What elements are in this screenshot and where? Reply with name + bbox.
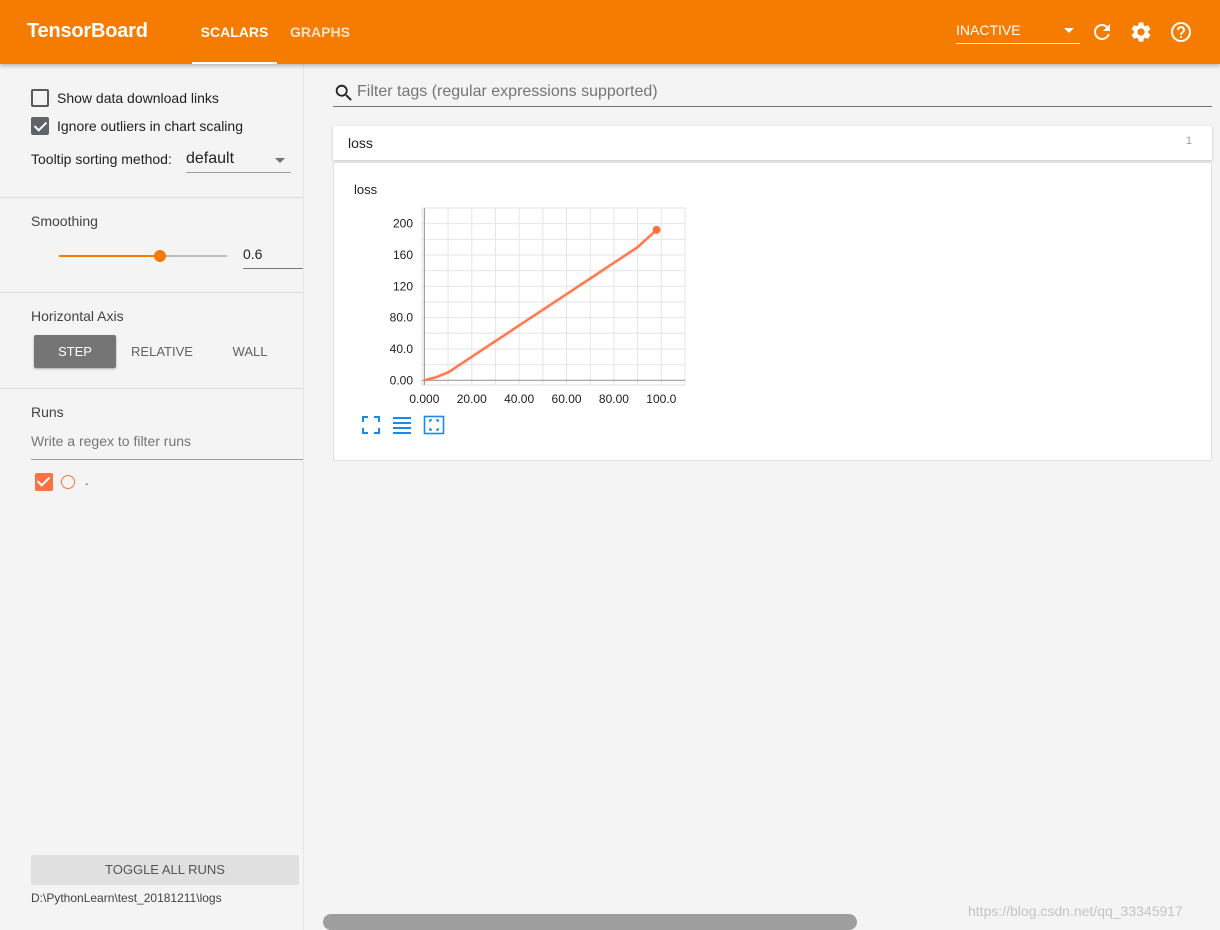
data-point	[435, 376, 437, 378]
data-point	[542, 309, 544, 311]
y-tick-label: 80.0	[390, 311, 414, 325]
axis-step-button[interactable]: STEP	[34, 335, 116, 368]
runs-filter-placeholder: Write a regex to filter runs	[31, 433, 192, 449]
tab-scalars-label: SCALARS	[200, 24, 269, 40]
tooltip-sorting-value: default	[186, 150, 235, 167]
axis-relative-button[interactable]: RELATIVE	[122, 335, 202, 368]
help-icon[interactable]	[1169, 20, 1193, 44]
data-point	[589, 277, 591, 279]
section-divider	[0, 292, 303, 293]
category-header[interactable]: loss 1	[333, 126, 1212, 160]
run-checkbox[interactable]	[35, 473, 53, 491]
x-tick-label: 20.00	[457, 392, 487, 406]
chevron-down-icon	[275, 158, 285, 163]
tab-graphs[interactable]: GRAPHS	[283, 0, 357, 64]
y-tick-label: 120	[393, 279, 413, 293]
y-tick-label: 200	[393, 217, 413, 231]
smoothing-slider-handle[interactable]	[153, 250, 166, 262]
show-download-links-label: Show data download links	[57, 90, 219, 106]
data-point	[566, 293, 568, 295]
data-point	[637, 246, 639, 248]
horizontal-scrollbar[interactable]	[323, 914, 857, 930]
top-app-bar: TensorBoard SCALARS GRAPHS INACTIVE	[0, 0, 1220, 64]
log-directory: D:\PythonLearn\test_20181211\logs	[31, 891, 222, 905]
chevron-down-icon	[1064, 28, 1074, 33]
runs-filter-input[interactable]: Write a regex to filter runs	[31, 433, 303, 460]
axis-wall-button[interactable]: WALL	[210, 335, 290, 368]
status-dropdown[interactable]: INACTIVE	[956, 16, 1080, 44]
smoothing-value-input[interactable]: 0.6	[243, 240, 303, 269]
data-point	[423, 379, 425, 381]
y-tick-label: 40.0	[390, 342, 414, 356]
tab-scalars[interactable]: SCALARS	[192, 0, 277, 64]
status-dropdown-value: INACTIVE	[956, 22, 1021, 38]
runs-title: Runs	[31, 404, 64, 420]
smoothing-slider-fill	[59, 255, 160, 257]
y-tick-label: 0.00	[390, 373, 414, 387]
section-divider	[0, 197, 303, 198]
refresh-icon[interactable]	[1090, 20, 1114, 44]
tooltip-sorting-dropdown[interactable]: default	[186, 146, 291, 173]
sidebar: Show data download links Ignore outliers…	[0, 64, 304, 930]
toggle-log-scale-icon[interactable]	[391, 414, 413, 436]
toggle-all-runs-button[interactable]: TOGGLE ALL RUNS	[31, 855, 299, 885]
x-tick-label: 60.00	[552, 392, 582, 406]
data-point	[494, 340, 496, 342]
category-pane: loss 0.00 40.0 80.0 120 160 200 0.000 20.00 40.0…	[333, 162, 1212, 461]
show-download-links-checkbox[interactable]	[31, 89, 49, 107]
smoothing-slider[interactable]	[59, 250, 227, 262]
tag-filter-input[interactable]: Filter tags (regular expressions support…	[333, 79, 1212, 107]
expand-chart-icon[interactable]	[423, 414, 445, 436]
data-point	[447, 371, 449, 373]
search-icon	[335, 84, 352, 101]
smoothing-value: 0.6	[243, 246, 263, 262]
tooltip-sorting-label: Tooltip sorting method:	[31, 151, 172, 167]
tag-filter-placeholder: Filter tags (regular expressions support…	[357, 83, 658, 100]
smoothing-title: Smoothing	[31, 213, 98, 229]
loss-chart[interactable]: 0.00 40.0 80.0 120 160 200 0.000 20.00 40.00 60.0…	[334, 163, 694, 413]
plot-area	[421, 207, 686, 386]
watermark: https://blog.csdn.net/qq_33345917	[968, 903, 1183, 919]
y-tick-label: 160	[393, 248, 413, 262]
x-tick-label: 80.00	[599, 392, 629, 406]
tab-graphs-label: GRAPHS	[290, 24, 350, 40]
category-name: loss	[348, 135, 373, 151]
x-tick-label: 40.00	[504, 392, 534, 406]
app-title: TensorBoard	[27, 20, 148, 42]
data-point	[471, 356, 473, 358]
ignore-outliers-checkbox[interactable]	[31, 117, 49, 135]
run-radio-button[interactable]	[61, 475, 75, 489]
run-name: .	[85, 473, 89, 488]
ignore-outliers-label: Ignore outliers in chart scaling	[57, 118, 243, 134]
horizontal-axis-title: Horizontal Axis	[31, 308, 124, 324]
settings-icon[interactable]	[1129, 20, 1153, 44]
last-point-marker	[652, 225, 661, 234]
data-point	[518, 324, 520, 326]
category-count: 1	[1185, 135, 1192, 147]
fit-domain-icon[interactable]	[360, 414, 382, 436]
section-divider	[0, 388, 303, 389]
x-tick-label: 0.000	[409, 392, 439, 406]
x-tick-label: 100.0	[646, 392, 676, 406]
active-tab-indicator	[192, 62, 277, 64]
data-point	[613, 262, 615, 264]
